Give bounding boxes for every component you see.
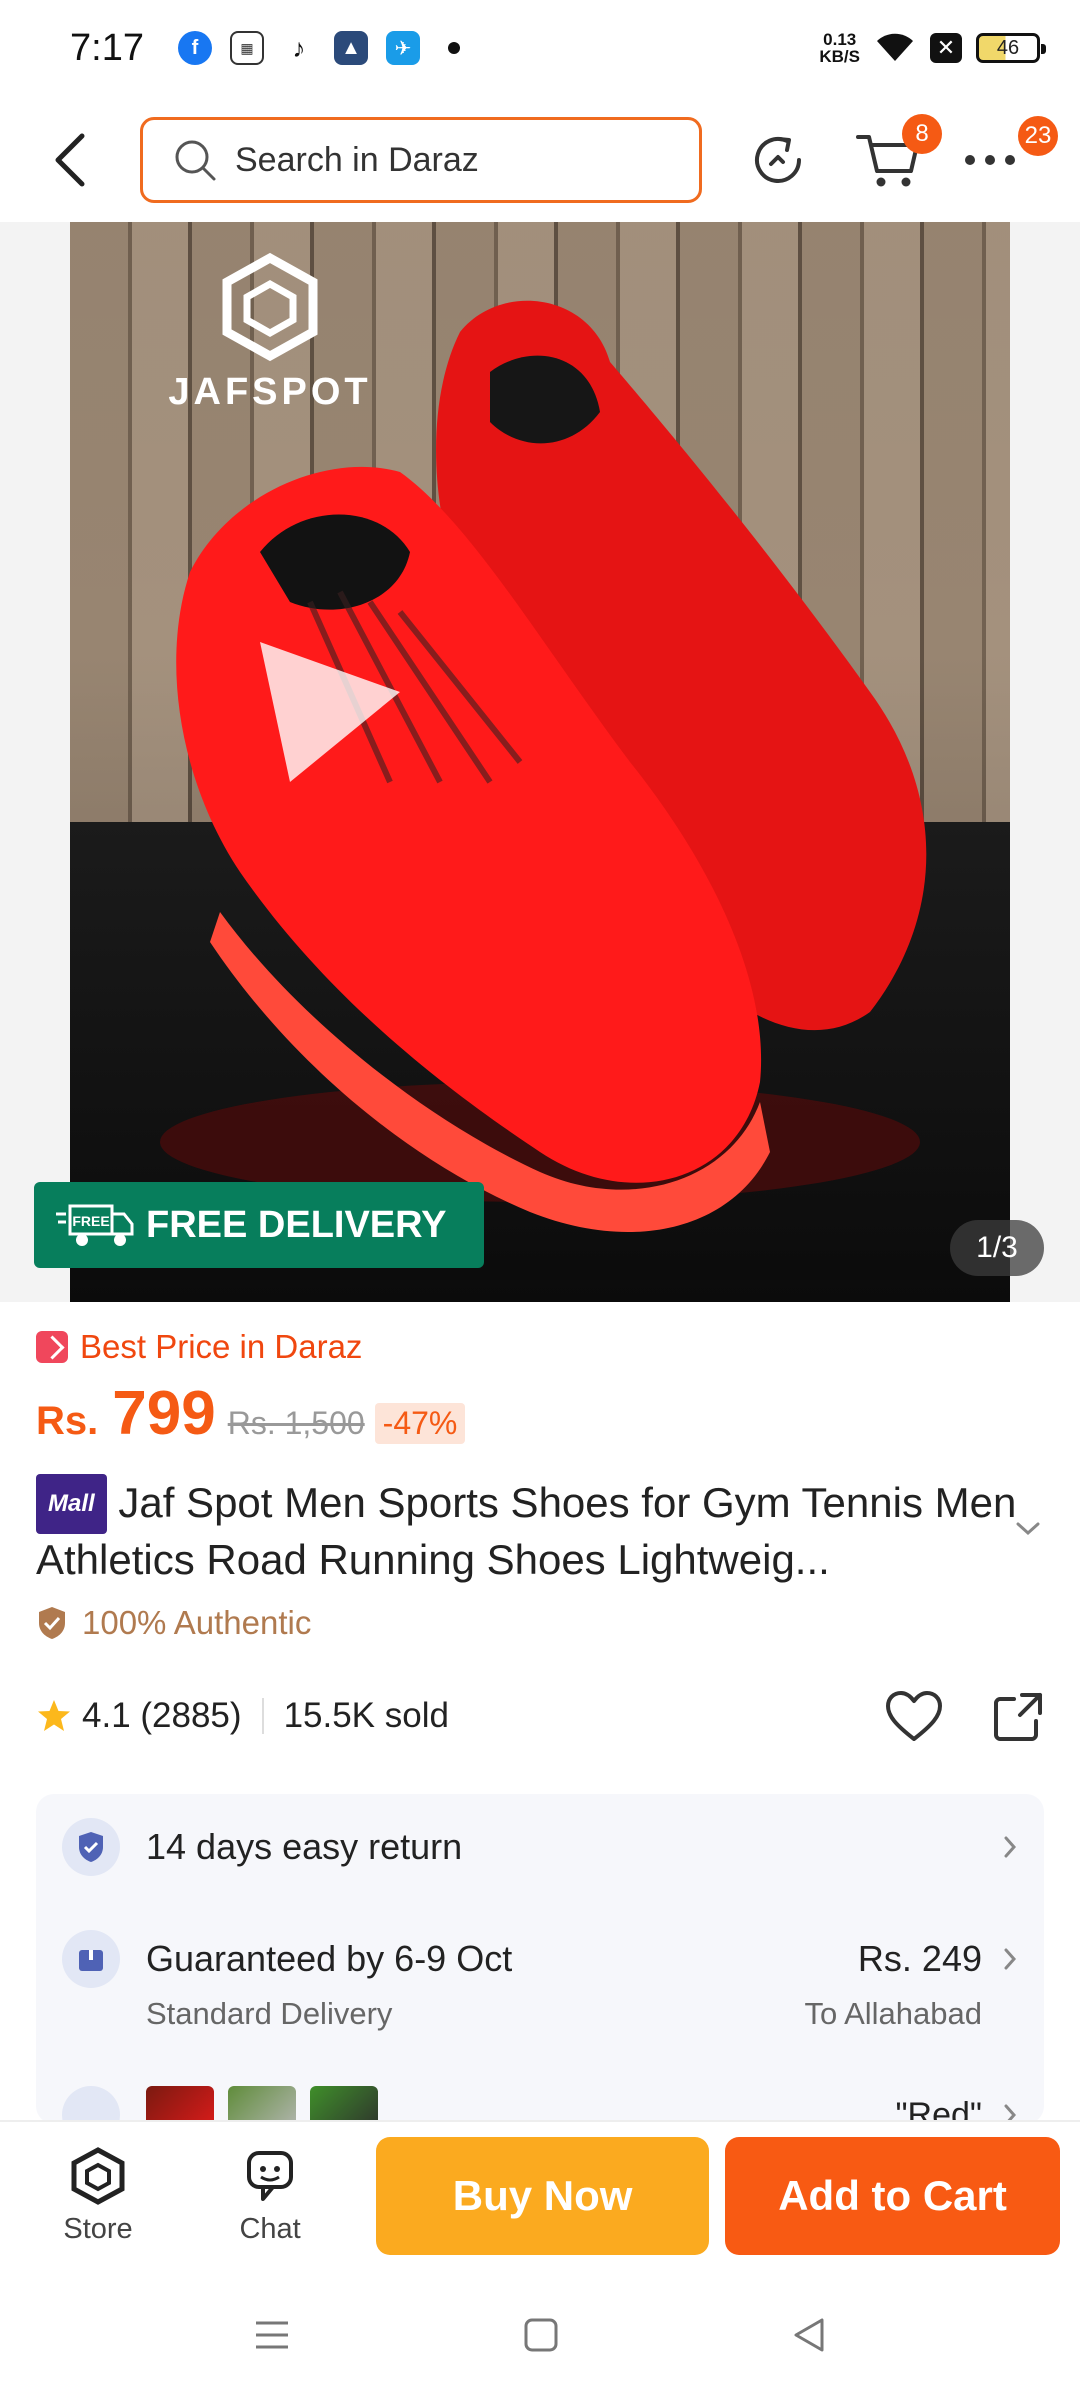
variant-thumbnail-green[interactable] (310, 2086, 378, 2124)
price-row: Rs. 799 Rs. 1,500 -47% (36, 1378, 466, 1449)
cart-count-badge: 8 (902, 114, 942, 154)
back-button[interactable] (30, 120, 110, 200)
search-placeholder: Search in Daraz (235, 140, 479, 179)
wifi-icon (877, 33, 913, 61)
hexagon-logo-icon (222, 252, 318, 362)
search-bar[interactable]: Search in Daraz (140, 117, 702, 203)
product-gallery[interactable]: JAFSPOT FREE FREE DELIVERY 1/3 (0, 222, 1080, 1302)
share-icon[interactable] (992, 1689, 1046, 1743)
more-notifications-dot (447, 42, 460, 54)
svg-text:FREE: FREE (72, 1213, 109, 1229)
brand-logo: JAFSPOT (160, 252, 380, 414)
bottom-action-bar: Store Chat Buy Now Add to Cart (0, 2120, 1080, 2270)
tiktok-icon: ♪ (281, 31, 316, 65)
back-arrow-icon (55, 133, 85, 187)
return-shield-icon (62, 1818, 120, 1876)
currency: Rs. (36, 1399, 99, 1443)
expand-title-chevron-icon[interactable] (1014, 1520, 1042, 1538)
mall-badge: Mall (36, 1474, 107, 1534)
cart-button[interactable]: 8 (848, 114, 942, 200)
free-delivery-banner: FREE FREE DELIVERY (34, 1182, 484, 1268)
product-title-block[interactable]: Mall Jaf Spot Men Sports Shoes for Gym T… (36, 1474, 1036, 1586)
current-price: 799 (112, 1379, 216, 1448)
no-sim-icon: ✕ (930, 33, 962, 63)
rating-row: 4.1 (2885) 15.5K sold (36, 1686, 1046, 1746)
shield-check-icon (39, 1607, 65, 1639)
price-tag-icon (36, 1331, 68, 1363)
add-to-cart-button[interactable]: Add to Cart (725, 2137, 1060, 2255)
news-app-icon: ▦ (229, 31, 264, 65)
chat-icon (247, 2150, 294, 2201)
return-policy-row[interactable]: 14 days easy return (36, 1818, 1044, 1876)
variant-chevron-icon (982, 2086, 1018, 2124)
notification-icons: f ▦ ♪ ▲ ✈ (177, 31, 460, 65)
delivery-box-icon (62, 1930, 120, 1988)
messenger-app-icon: ✈ (385, 31, 420, 65)
discount-badge: -47% (374, 1403, 466, 1444)
history-button[interactable] (738, 120, 818, 200)
search-icon (175, 140, 216, 181)
game-app-icon: ▲ (333, 31, 368, 65)
authentic-label: 100% Authentic (36, 1604, 311, 1642)
status-bar: 7:17 f ▦ ♪ ▲ ✈ 0.13 KB/S ✕ 46 (0, 0, 1080, 96)
variant-thumbnail-red[interactable] (146, 2086, 214, 2124)
delivery-type: Standard Delivery (146, 1996, 393, 2031)
star-icon (38, 1700, 70, 1731)
sold-count: 15.5K sold (283, 1696, 449, 1735)
delivery-truck-icon: FREE (56, 1204, 134, 1246)
delivery-row[interactable]: Guaranteed by 6-9 Oct Standard Delivery … (36, 1930, 1044, 2032)
buy-now-button[interactable]: Buy Now (376, 2137, 710, 2255)
variant-icon (62, 2086, 120, 2124)
selected-variant: "Red" (895, 2096, 982, 2124)
home-square-icon[interactable] (522, 2316, 560, 2354)
original-price: Rs. 1,500 (227, 1405, 365, 1441)
refresh-icon (755, 137, 801, 183)
store-icon (71, 2146, 125, 2205)
back-triangle-icon[interactable] (790, 2316, 828, 2354)
rating-summary[interactable]: 4.1 (2885) (82, 1696, 242, 1736)
top-header: Search in Daraz 8 23 (0, 96, 1080, 224)
product-title: Jaf Spot Men Sports Shoes for Gym Tennis… (36, 1479, 1017, 1583)
chat-button[interactable]: Chat (206, 2147, 334, 2246)
wishlist-heart-icon[interactable] (884, 1689, 944, 1743)
facebook-icon: f (177, 31, 212, 65)
product-image[interactable]: JAFSPOT (70, 222, 1010, 1302)
system-nav-bar (0, 2270, 1080, 2400)
delivery-guarantee: Guaranteed by 6-9 Oct (146, 1938, 513, 1979)
delivery-destination: To Allahabad (804, 1996, 982, 2031)
messages-count-badge: 23 (1018, 116, 1058, 156)
service-card: 14 days easy return Guaranteed by 6-9 Oc… (36, 1794, 1044, 2124)
best-price-label: Best Price in Daraz (36, 1328, 362, 1366)
clock: 7:17 (70, 26, 144, 69)
delivery-price: Rs. 249 (857, 1938, 982, 1979)
return-chevron-icon (982, 1818, 1018, 1876)
delivery-chevron-icon (982, 1930, 1018, 1988)
store-button[interactable]: Store (34, 2146, 162, 2246)
image-counter: 1/3 (950, 1220, 1044, 1276)
battery-indicator: 46 (976, 33, 1046, 63)
variant-thumbnail-grey[interactable] (228, 2086, 296, 2124)
variant-row[interactable]: "Red" (36, 2086, 1044, 2124)
more-icon (965, 155, 1015, 165)
network-speed: 0.13 KB/S (819, 30, 860, 66)
more-menu-button[interactable]: 23 (950, 116, 1058, 200)
menu-icon[interactable] (252, 2317, 292, 2353)
